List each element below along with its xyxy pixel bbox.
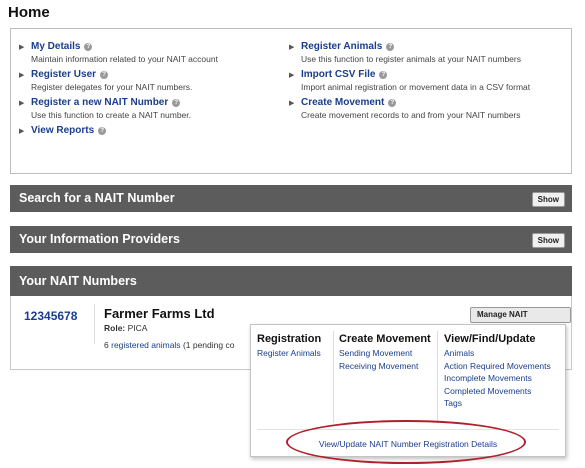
information-providers-bar[interactable]: Your Information Providers Show — [10, 226, 572, 253]
quick-link-register-animals: ▶ Register Animals? Use this function to … — [289, 41, 530, 64]
quick-links-right: ▶ Register Animals? Use this function to … — [289, 41, 530, 125]
animals-count: 6 — [104, 340, 109, 350]
arrow-right-icon: ▶ — [19, 127, 25, 135]
quick-link-my-details: ▶ My Details? Maintain information relate… — [19, 41, 218, 64]
help-icon[interactable]: ? — [388, 98, 397, 107]
view-find-update-heading: View/Find/Update — [444, 333, 536, 345]
role-value: PICA — [127, 323, 148, 333]
quick-link-import-csv: ▶ Import CSV File? Import animal registra… — [289, 69, 530, 92]
arrow-right-icon: ▶ — [289, 43, 295, 51]
column-divider — [333, 331, 334, 423]
your-nait-numbers-bar: Your NAIT Numbers — [10, 266, 572, 296]
role-label: Role: — [104, 323, 126, 333]
arrow-right-icon: ▶ — [289, 99, 295, 107]
incomplete-movements-menu-item[interactable]: Incomplete Movements — [444, 372, 551, 385]
help-icon[interactable]: ? — [84, 42, 93, 51]
view-reports-link[interactable]: View Reports — [31, 125, 94, 136]
arrow-right-icon: ▶ — [19, 99, 25, 107]
register-nait-number-link[interactable]: Register a new NAIT Number — [31, 97, 168, 108]
help-icon[interactable]: ? — [98, 126, 107, 135]
help-icon[interactable]: ? — [386, 42, 395, 51]
search-show-button[interactable]: Show — [531, 192, 565, 207]
tags-menu-item[interactable]: Tags — [444, 397, 551, 410]
sending-movement-menu-item[interactable]: Sending Movement — [339, 347, 431, 360]
registered-animals-link[interactable]: registered animals — [111, 340, 180, 350]
create-movement-heading: Create Movement — [339, 333, 431, 345]
manage-nait-activities-button[interactable]: Manage NAIT Activities — [470, 307, 571, 333]
view-find-update-column: View/Find/Update Animals Action Required… — [444, 333, 551, 410]
register-user-link[interactable]: Register User — [31, 69, 96, 80]
search-nait-number-bar[interactable]: Search for a NAIT Number Show — [10, 185, 572, 212]
divider — [94, 304, 95, 344]
your-nait-numbers-title: Your NAIT Numbers — [19, 274, 137, 288]
highlight-annotation — [286, 420, 526, 464]
arrow-right-icon: ▶ — [289, 71, 295, 79]
search-nait-number-title: Search for a NAIT Number — [19, 191, 175, 205]
role-line: Role: PICA — [104, 323, 147, 333]
import-csv-link[interactable]: Import CSV File — [301, 69, 375, 80]
quick-links-left: ▶ My Details? Maintain information relate… — [19, 41, 218, 141]
arrow-right-icon: ▶ — [19, 43, 25, 51]
help-icon[interactable]: ? — [379, 70, 388, 79]
action-required-movements-menu-item[interactable]: Action Required Movements — [444, 360, 551, 373]
providers-show-button[interactable]: Show — [531, 233, 565, 248]
quick-link-create-movement: ▶ Create Movement? Create movement record… — [289, 97, 530, 120]
animals-menu-item[interactable]: Animals — [444, 347, 551, 360]
information-providers-title: Your Information Providers — [19, 232, 180, 246]
register-nait-number-desc: Use this function to create a NAIT numbe… — [31, 110, 192, 120]
create-movement-desc: Create movement records to and from your… — [301, 110, 521, 120]
receiving-movement-menu-item[interactable]: Receiving Movement — [339, 360, 431, 373]
column-divider — [437, 331, 438, 423]
animals-line: 6 registered animals (1 pending co — [104, 340, 234, 350]
page-title: Home — [8, 4, 50, 21]
quick-links-panel: ▶ My Details? Maintain information relate… — [10, 28, 572, 174]
register-animals-menu-item[interactable]: Register Animals — [257, 347, 321, 360]
nait-number-link[interactable]: 12345678 — [24, 309, 77, 323]
animals-pending: (1 pending co — [182, 340, 235, 350]
help-icon[interactable]: ? — [100, 70, 109, 79]
farm-name: Farmer Farms Ltd — [104, 306, 215, 321]
help-icon[interactable]: ? — [172, 98, 181, 107]
completed-movements-menu-item[interactable]: Completed Movements — [444, 385, 551, 398]
my-details-desc: Maintain information related to your NAI… — [31, 54, 218, 64]
quick-link-register-nait-number: ▶ Register a new NAIT Number? Use this fu… — [19, 97, 218, 120]
my-details-link[interactable]: My Details — [31, 41, 80, 52]
register-animals-link[interactable]: Register Animals — [301, 41, 382, 52]
create-movement-link[interactable]: Create Movement — [301, 97, 384, 108]
register-user-desc: Register delegates for your NAIT numbers… — [31, 82, 193, 92]
arrow-right-icon: ▶ — [19, 71, 25, 79]
registration-column: Registration Register Animals — [257, 333, 321, 360]
quick-link-register-user: ▶ Register User? Register delegates for y… — [19, 69, 218, 92]
create-movement-column: Create Movement Sending Movement Receivi… — [339, 333, 431, 372]
registration-heading: Registration — [257, 333, 322, 345]
register-animals-desc: Use this function to register animals at… — [301, 54, 521, 64]
import-csv-desc: Import animal registration or movement d… — [301, 82, 531, 92]
quick-link-view-reports: ▶ View Reports? — [19, 125, 218, 136]
